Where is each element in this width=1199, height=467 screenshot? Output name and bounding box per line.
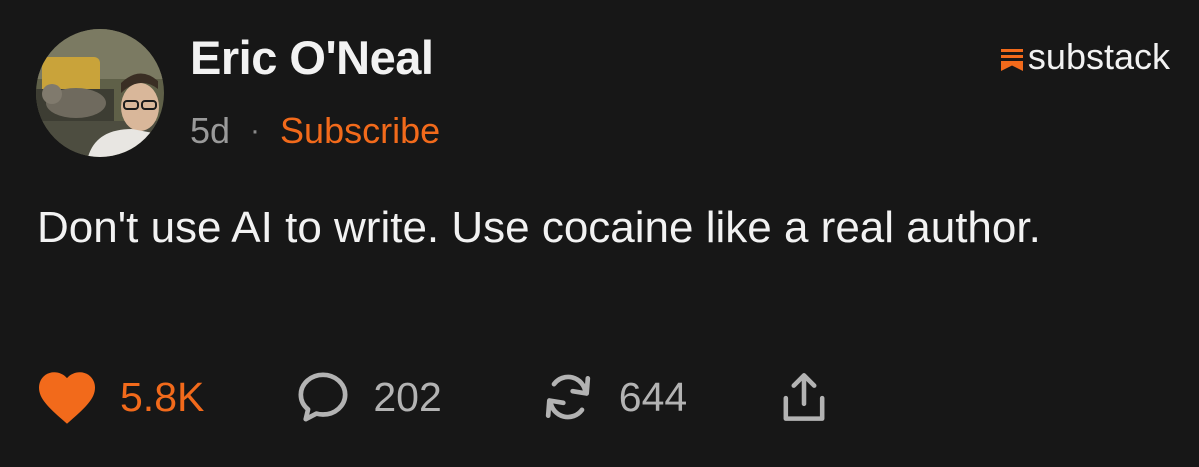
action-bar: 5.8K 202 644: [36, 366, 829, 428]
post-body: Don't use AI to write. Use cocaine like …: [37, 203, 1041, 252]
author-name[interactable]: Eric O'Neal: [190, 30, 434, 86]
author-avatar[interactable]: [36, 29, 164, 157]
heart-icon: [39, 372, 95, 424]
restack-button[interactable]: 644: [539, 369, 687, 425]
share-button[interactable]: [779, 369, 829, 425]
substack-icon: [1000, 49, 1023, 71]
substack-logo: substack: [1000, 36, 1170, 78]
avatar-photo: [36, 29, 164, 157]
like-count: 5.8K: [120, 373, 205, 420]
restack-icon: [545, 374, 590, 420]
meta-separator: ·: [250, 114, 261, 147]
post-age: 5d: [190, 110, 231, 151]
subscribe-link[interactable]: Subscribe: [280, 110, 440, 152]
comment-count: 202: [373, 373, 442, 420]
post-card: Eric O'Neal 5d · Subscribe substack Don'…: [0, 0, 1199, 467]
post-meta: 5d · Subscribe: [190, 108, 440, 154]
share-icon: [783, 373, 825, 421]
comment-button[interactable]: 202: [295, 369, 442, 425]
comment-bubble-icon: [298, 372, 348, 422]
like-button[interactable]: 5.8K: [36, 369, 204, 425]
restack-count: 644: [618, 373, 688, 420]
brand-name: substack: [1027, 36, 1170, 77]
